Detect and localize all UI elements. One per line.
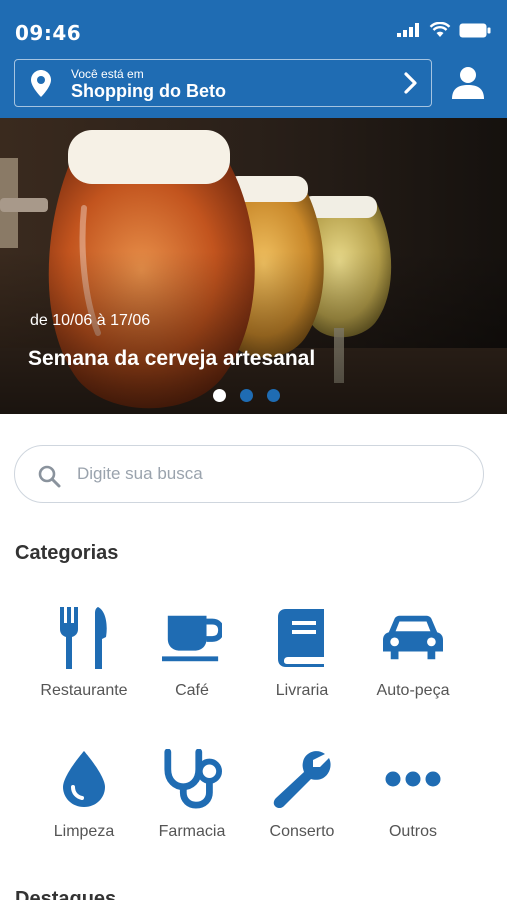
search-icon: [38, 465, 61, 488]
carousel-dot[interactable]: [240, 389, 253, 402]
wrench-icon: [272, 747, 332, 811]
carousel-dot[interactable]: [267, 389, 280, 402]
battery-icon: [459, 23, 491, 37]
status-icons: [397, 22, 491, 38]
carousel-dots: [213, 389, 280, 402]
fork-knife-icon: [54, 606, 114, 670]
more-dots-icon: [383, 747, 443, 811]
coffee-cup-icon: [162, 606, 222, 670]
profile-button[interactable]: [450, 66, 486, 100]
chevron-right-icon: [404, 72, 417, 94]
category-auto-peca[interactable]: Auto-peça: [358, 606, 468, 706]
category-label: Outros: [388, 823, 437, 840]
app-header: 09:46 Você está em Shopping do Beto: [0, 0, 507, 118]
status-time: 09:46: [15, 21, 82, 45]
category-label: Conserto: [269, 823, 335, 840]
location-name: Shopping do Beto: [71, 81, 226, 101]
category-conserto[interactable]: Conserto: [247, 747, 357, 847]
category-livraria[interactable]: Livraria: [247, 606, 357, 706]
category-label: Livraria: [275, 682, 329, 699]
search-input[interactable]: [77, 460, 457, 488]
wifi-icon: [429, 22, 451, 37]
banner-title: Semana da cerveja artesanal: [28, 347, 316, 370]
book-icon: [272, 606, 332, 670]
user-icon: [452, 67, 484, 99]
signal-icon: [397, 23, 419, 37]
stethoscope-icon: [162, 747, 222, 811]
category-label: Café: [175, 682, 209, 699]
search-bar[interactable]: [14, 445, 484, 503]
location-label: Você está em: [71, 67, 144, 81]
categories-title: Categorias: [15, 542, 119, 564]
category-restaurante[interactable]: Restaurante: [29, 606, 139, 706]
section-title-destaques: Destaques: [15, 888, 117, 900]
category-cafe[interactable]: Café: [137, 606, 247, 706]
category-label: Auto-peça: [376, 682, 450, 699]
promo-banner[interactable]: de 10/06 à 17/06 Semana da cerveja artes…: [0, 118, 507, 414]
category-label: Farmacia: [158, 823, 226, 840]
category-limpeza[interactable]: Limpeza: [29, 747, 139, 847]
drop-icon: [54, 747, 114, 811]
category-farmacia[interactable]: Farmacia: [137, 747, 247, 847]
location-selector[interactable]: Você está em Shopping do Beto: [14, 59, 432, 107]
location-pin-icon: [31, 70, 51, 97]
carousel-dot[interactable]: [213, 389, 226, 402]
category-label: Limpeza: [53, 823, 115, 840]
category-outros[interactable]: Outros: [358, 747, 468, 847]
category-label: Restaurante: [40, 682, 128, 699]
car-icon: [383, 606, 443, 670]
banner-date: de 10/06 à 17/06: [30, 312, 151, 329]
status-bar: 09:46: [0, 0, 507, 60]
